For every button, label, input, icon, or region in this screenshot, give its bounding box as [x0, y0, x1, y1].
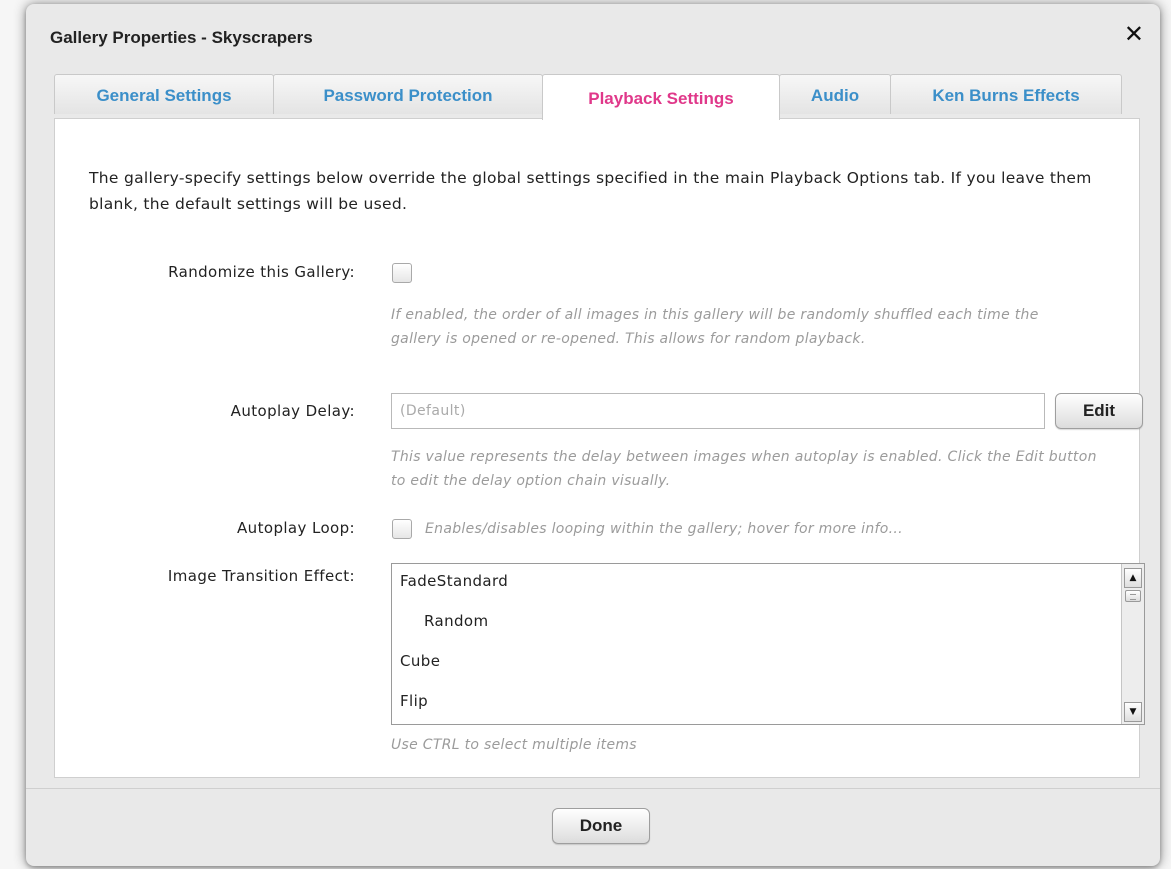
scroll-up-icon[interactable]: ▲ — [1124, 568, 1142, 588]
list-item[interactable]: Random — [424, 612, 489, 630]
edit-button[interactable]: Edit — [1055, 393, 1143, 429]
list-item[interactable]: Cube — [400, 652, 440, 670]
autoplay-delay-input[interactable] — [391, 393, 1045, 429]
tab-general-settings[interactable]: General Settings — [54, 74, 274, 114]
list-item[interactable]: Flip — [400, 692, 428, 710]
intro-text: The gallery-specify settings below overr… — [89, 169, 1092, 213]
autoplay-loop-hint: Enables/disables looping within the gall… — [425, 521, 903, 537]
randomize-hint: If enabled, the order of all images in t… — [391, 307, 1039, 347]
dialog-title: Gallery Properties - Skyscrapers — [50, 28, 313, 47]
randomize-checkbox[interactable] — [392, 263, 412, 283]
done-button[interactable]: Done — [552, 808, 650, 844]
playback-settings-panel: The gallery-specify settings below overr… — [54, 118, 1145, 778]
autoplay-delay-hint: This value represents the delay between … — [391, 449, 1097, 489]
transition-listbox[interactable]: FadeStandard Random Cube Flip ▲ ▼ — [391, 563, 1145, 725]
tab-password-protection[interactable]: Password Protection — [273, 74, 543, 114]
autoplay-loop-checkbox[interactable] — [392, 519, 412, 539]
transition-hint: Use CTRL to select multiple items — [391, 737, 637, 753]
tab-playback-settings[interactable]: Playback Settings — [542, 74, 780, 120]
randomize-label: Randomize this Gallery: — [168, 263, 355, 281]
tab-ken-burns-effects[interactable]: Ken Burns Effects — [890, 74, 1122, 114]
footer-divider — [26, 788, 1160, 789]
listbox-scrollbar[interactable]: ▲ ▼ — [1121, 564, 1144, 724]
list-item[interactable]: FadeStandard — [400, 572, 508, 590]
tab-audio[interactable]: Audio — [779, 74, 891, 114]
scroll-down-icon[interactable]: ▼ — [1124, 702, 1142, 722]
autoplay-loop-label: Autoplay Loop: — [237, 519, 355, 537]
autoplay-delay-label: Autoplay Delay: — [230, 402, 355, 420]
close-icon[interactable]: ✕ — [1124, 22, 1144, 46]
gallery-properties-dialog: Gallery Properties - Skyscrapers ✕ Gener… — [26, 4, 1160, 866]
transition-label: Image Transition Effect: — [167, 567, 355, 585]
scroll-thumb[interactable] — [1125, 590, 1141, 602]
